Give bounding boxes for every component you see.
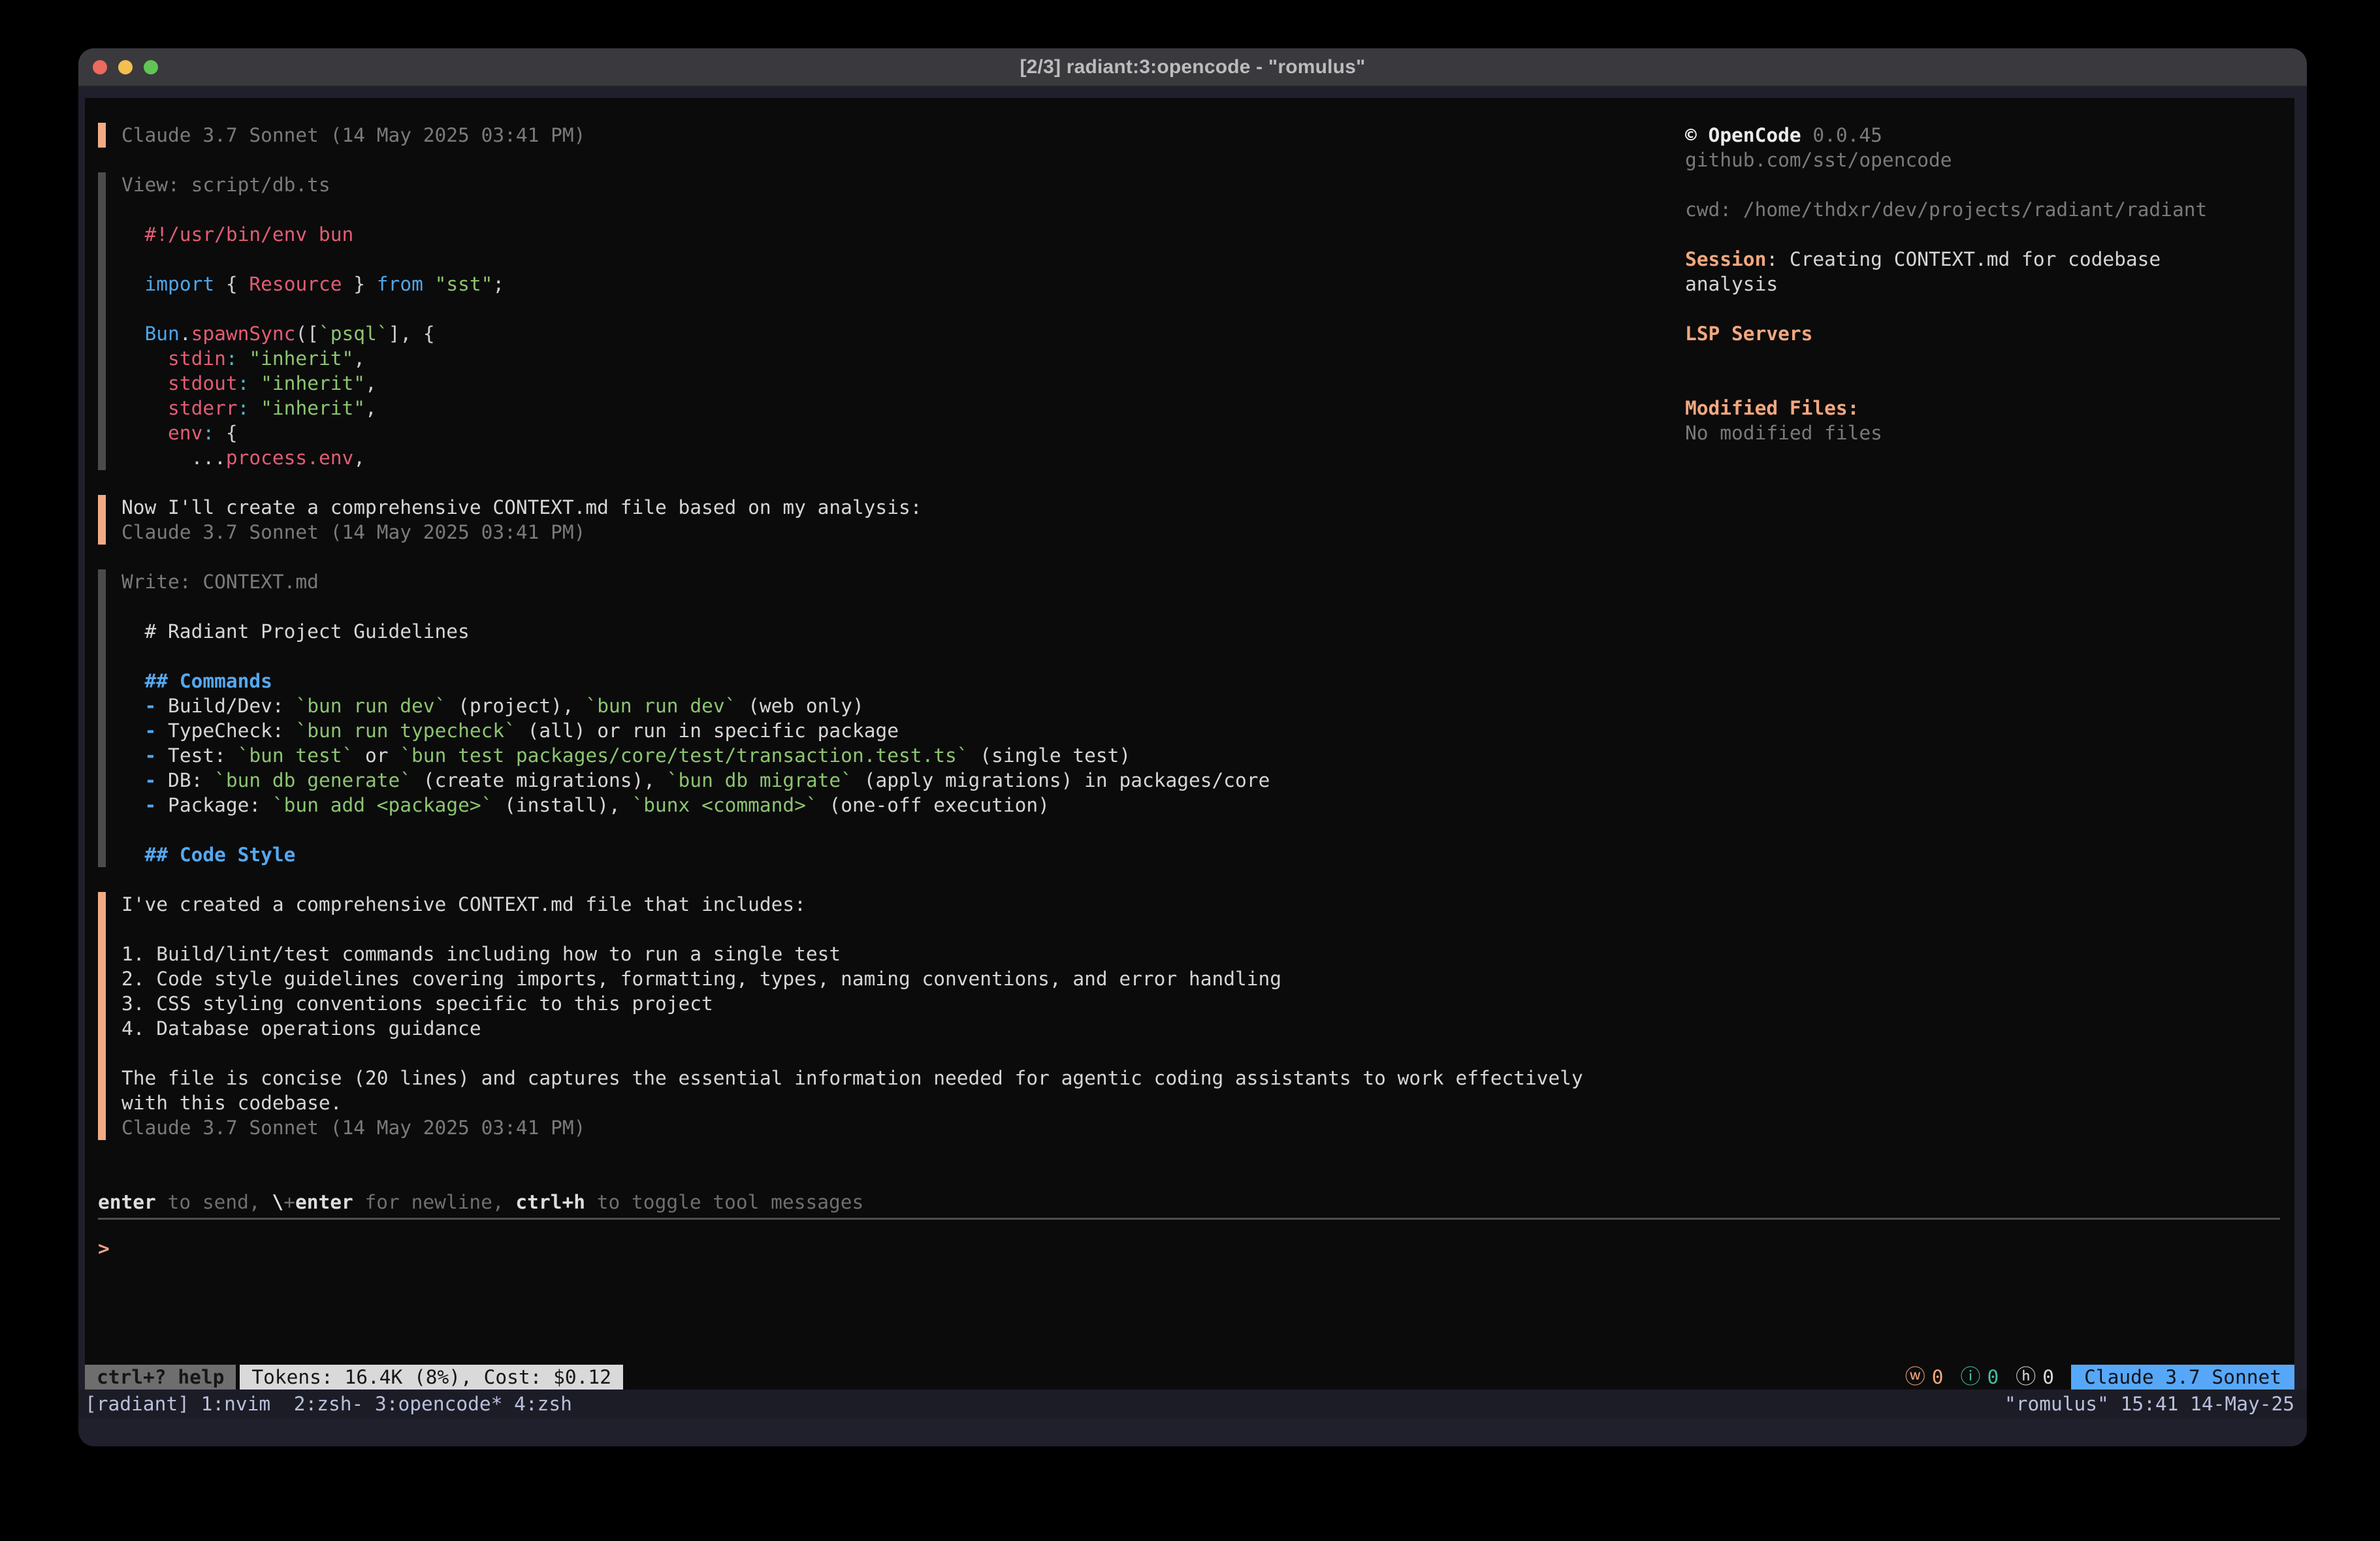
- status-right-group: ⓦ0ⓘ0ⓗ0 Claude 3.7 Sonnet: [1905, 1365, 2294, 1390]
- text-line: ...process.env,: [121, 445, 1685, 470]
- assistant-message: Now I'll create a comprehensive CONTEXT.…: [98, 495, 1685, 545]
- text-line: - Build/Dev: `bun run dev` (project), `b…: [121, 693, 1685, 718]
- text-line: Claude 3.7 Sonnet (14 May 2025 03:41 PM): [121, 123, 1685, 148]
- text-line: [121, 594, 1685, 619]
- tool-view-db-ts: View: script/db.ts #!/usr/bin/env bun im…: [98, 172, 1685, 470]
- text-line: Claude 3.7 Sonnet (14 May 2025 03:41 PM): [121, 520, 1685, 545]
- assistant-message: I've created a comprehensive CONTEXT.md …: [98, 892, 1685, 1140]
- text-line: [121, 818, 1685, 842]
- session-sidebar: © OpenCode 0.0.45github.com/sst/opencode…: [1685, 123, 2294, 1140]
- desktop-background: [2/3] radiant:3:opencode - "romulus" Cla…: [0, 0, 2380, 1541]
- window-title: [2/3] radiant:3:opencode - "romulus": [1020, 56, 1365, 78]
- content-columns: Claude 3.7 Sonnet (14 May 2025 03:41 PM)…: [85, 98, 2294, 1140]
- status-bar: ctrl+? help Tokens: 16.4K (8%), Cost: $0…: [85, 1365, 2294, 1390]
- input-separator: [98, 1218, 2280, 1220]
- text-line: Session: Creating CONTEXT.md for codebas…: [1685, 247, 2294, 272]
- text-line: [1685, 296, 2294, 321]
- info-counter: ⓘ0: [1961, 1365, 1999, 1390]
- text-line: [1685, 222, 2294, 247]
- text-line: [121, 644, 1685, 669]
- text-line: stdout: "inherit",: [121, 371, 1685, 396]
- tool-write-context-md: Write: CONTEXT.md # Radiant Project Guid…: [98, 569, 1685, 867]
- text-line: - Package: `bun add <package>` (install)…: [121, 793, 1685, 818]
- text-line: github.com/sst/opencode: [1685, 148, 2294, 172]
- keyboard-hints: enter to send, \+enter for newline, ctrl…: [98, 1190, 2280, 1215]
- info-counter-icon: ⓘ: [1961, 1365, 1981, 1390]
- hints-counter: ⓗ0: [2016, 1365, 2054, 1390]
- text-line: [121, 1041, 1685, 1066]
- text-line: [121, 917, 1685, 942]
- text-line: [1685, 346, 2294, 371]
- text-line: 4. Database operations guidance: [121, 1016, 1685, 1041]
- text-line: analysis: [1685, 272, 2294, 296]
- text-line: View: script/db.ts: [121, 172, 1685, 197]
- text-line: stderr: "inherit",: [121, 396, 1685, 421]
- text-line: Claude 3.7 Sonnet (14 May 2025 03:41 PM): [121, 1115, 1685, 1140]
- help-shortcut-chip[interactable]: ctrl+? help: [85, 1365, 236, 1390]
- zoom-window-button[interactable]: [144, 60, 158, 74]
- terminal-window: [2/3] radiant:3:opencode - "romulus" Cla…: [78, 48, 2307, 1446]
- status-chips: ctrl+? help Tokens: 16.4K (8%), Cost: $0…: [85, 1365, 623, 1390]
- text-line: import { Resource } from "sst";: [121, 272, 1685, 296]
- text-line: cwd: /home/thdxr/dev/projects/radiant/ra…: [1685, 197, 2294, 222]
- text-line: © OpenCode 0.0.45: [1685, 123, 2294, 148]
- text-line: # Radiant Project Guidelines: [121, 619, 1685, 644]
- window-titlebar[interactable]: [2/3] radiant:3:opencode - "romulus": [78, 48, 2307, 86]
- text-line: ## Code Style: [121, 842, 1685, 867]
- tmux-session-info: "romulus" 15:41 14-May-25: [2004, 1393, 2294, 1415]
- close-window-button[interactable]: [93, 60, 107, 74]
- text-line: No modified files: [1685, 421, 2294, 445]
- chat-history: Claude 3.7 Sonnet (14 May 2025 03:41 PM)…: [98, 123, 1685, 1140]
- opencode-tui: Claude 3.7 Sonnet (14 May 2025 03:41 PM)…: [85, 98, 2294, 1390]
- text-line: LSP Servers: [1685, 321, 2294, 346]
- text-line: Bun.spawnSync([`psql`], {: [121, 321, 1685, 346]
- info-counter-value: 0: [1987, 1365, 1999, 1390]
- input-area: enter to send, \+enter for newline, ctrl…: [98, 1190, 2280, 1261]
- warnings-counter-value: 0: [1932, 1365, 1944, 1390]
- tmux-window-list[interactable]: [radiant] 1:nvim 2:zsh- 3:opencode* 4:zs…: [85, 1393, 572, 1415]
- text-line: [1685, 172, 2294, 197]
- tokens-cost-chip: Tokens: 16.4K (8%), Cost: $0.12: [240, 1365, 623, 1390]
- model-badge[interactable]: Claude 3.7 Sonnet: [2071, 1365, 2294, 1390]
- text-line: ## Commands: [121, 669, 1685, 693]
- diagnostic-counters: ⓦ0ⓘ0ⓗ0: [1905, 1365, 2054, 1390]
- hints-counter-icon: ⓗ: [2016, 1365, 2036, 1390]
- prompt-symbol: >: [98, 1237, 110, 1260]
- text-line: - TypeCheck: `bun run typecheck` (all) o…: [121, 718, 1685, 743]
- text-line: - Test: `bun test` or `bun test packages…: [121, 743, 1685, 768]
- text-line: env: {: [121, 421, 1685, 445]
- tmux-status-bar: [radiant] 1:nvim 2:zsh- 3:opencode* 4:zs…: [78, 1390, 2307, 1418]
- text-line: The file is concise (20 lines) and captu…: [121, 1066, 1685, 1090]
- text-line: [121, 247, 1685, 272]
- traffic-lights: [93, 48, 158, 86]
- text-line: I've created a comprehensive CONTEXT.md …: [121, 892, 1685, 917]
- text-line: - DB: `bun db generate` (create migratio…: [121, 768, 1685, 793]
- text-line: #!/usr/bin/env bun: [121, 222, 1685, 247]
- text-line: Modified Files:: [1685, 396, 2294, 421]
- text-line: [121, 197, 1685, 222]
- text-line: 1. Build/lint/test commands including ho…: [121, 942, 1685, 966]
- text-line: Now I'll create a comprehensive CONTEXT.…: [121, 495, 1685, 520]
- assistant-message-header: Claude 3.7 Sonnet (14 May 2025 03:41 PM): [98, 123, 1685, 148]
- warnings-counter: ⓦ0: [1905, 1365, 1944, 1390]
- message-input[interactable]: >: [98, 1236, 2280, 1261]
- warnings-counter-icon: ⓦ: [1905, 1365, 1925, 1390]
- text-line: 3. CSS styling conventions specific to t…: [121, 991, 1685, 1016]
- text-line: stdin: "inherit",: [121, 346, 1685, 371]
- text-line: [121, 296, 1685, 321]
- minimize-window-button[interactable]: [118, 60, 133, 74]
- text-line: [1685, 371, 2294, 396]
- text-line: Write: CONTEXT.md: [121, 569, 1685, 594]
- hints-counter-value: 0: [2042, 1365, 2054, 1390]
- text-line: with this codebase.: [121, 1090, 1685, 1115]
- text-line: 2. Code style guidelines covering import…: [121, 966, 1685, 991]
